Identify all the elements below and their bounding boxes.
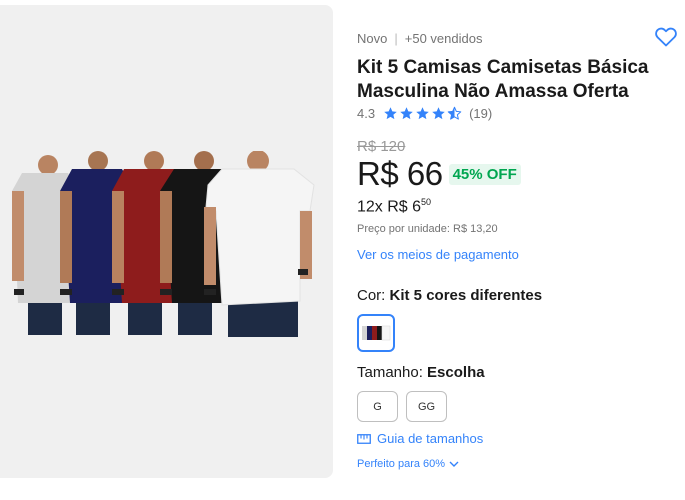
color-selector-label: Cor: Kit 5 cores diferentes <box>357 287 542 304</box>
shirt-white <box>204 151 315 337</box>
fit-dropdown[interactable]: Perfeito para 60% <box>357 458 459 470</box>
discount-badge: 45% OFF <box>448 163 521 185</box>
price-row: R$ 66 45% OFF <box>357 155 521 193</box>
current-price: R$ 66 <box>357 155 443 192</box>
star-icon <box>400 107 413 120</box>
swatch-thumbnail <box>362 325 391 341</box>
size-selector-label: Tamanho: Escolha <box>357 364 485 381</box>
installments: 12x R$ 650 <box>357 197 431 216</box>
size-label: Tamanho: <box>357 364 423 381</box>
installments-amount: 12x R$ 6 <box>357 198 422 216</box>
old-price: R$ 120 <box>357 138 406 155</box>
size-option-g[interactable]: G <box>357 391 398 422</box>
star-half-icon <box>447 106 462 120</box>
payment-methods-link[interactable]: Ver os meios de pagamento <box>357 247 519 262</box>
color-value: Kit 5 cores diferentes <box>389 287 543 304</box>
product-title: Kit 5 Camisas Camisetas Básica Masculina… <box>357 57 649 102</box>
rating-summary[interactable]: 4.3 (19) <box>357 106 492 121</box>
product-image[interactable] <box>10 151 320 341</box>
star-icon <box>384 107 397 120</box>
unit-price: Preço por unidade: R$ 13,20 <box>357 223 498 235</box>
size-guide-link[interactable]: Guia de tamanhos <box>357 431 483 446</box>
subtitle-separator: | <box>394 31 398 46</box>
ruler-icon <box>357 433 371 444</box>
rating-stars <box>383 106 463 121</box>
size-option-gg[interactable]: GG <box>406 391 447 422</box>
condition-label: Novo <box>357 31 388 46</box>
favorite-button[interactable] <box>654 25 678 49</box>
fit-label: Perfeito para 60% <box>357 458 446 470</box>
product-image-gallery[interactable] <box>0 5 333 478</box>
star-icon <box>416 107 429 120</box>
sold-count: +50 vendidos <box>404 31 483 46</box>
chevron-down-icon <box>449 461 459 467</box>
star-icon <box>432 107 445 120</box>
heart-icon[interactable] <box>654 25 678 49</box>
color-swatch-kit5[interactable] <box>357 314 395 352</box>
installments-cents: 50 <box>421 197 432 207</box>
rating-value: 4.3 <box>357 106 376 121</box>
review-count: (19) <box>469 106 493 121</box>
product-subtitle: Novo | +50 vendidos <box>357 31 482 46</box>
color-label: Cor: <box>357 287 386 304</box>
size-value: Escolha <box>427 364 485 381</box>
size-guide-label: Guia de tamanhos <box>377 431 484 446</box>
